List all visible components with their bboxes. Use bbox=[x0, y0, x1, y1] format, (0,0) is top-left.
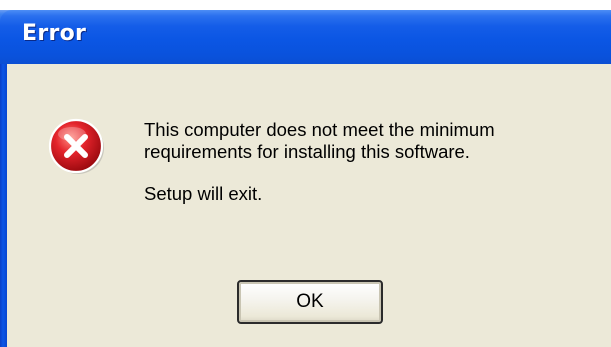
error-dialog-window: Error This computer does not meet the mi… bbox=[0, 0, 611, 347]
window-left-border bbox=[0, 64, 7, 347]
title-bar-fill bbox=[0, 10, 611, 64]
title-bar[interactable]: Error bbox=[0, 0, 611, 64]
ok-button-label: OK bbox=[296, 291, 324, 312]
error-x-icon bbox=[48, 118, 104, 174]
error-message: This computer does not meet the minimum … bbox=[144, 119, 495, 205]
message-line-1: This computer does not meet the minimum bbox=[144, 119, 495, 140]
ok-button[interactable]: OK bbox=[237, 280, 383, 324]
dialog-body: This computer does not meet the minimum … bbox=[7, 64, 611, 347]
message-line-2: requirements for installing this softwar… bbox=[144, 141, 470, 162]
exit-message: Setup will exit. bbox=[144, 183, 263, 204]
window-title: Error bbox=[22, 21, 87, 46]
